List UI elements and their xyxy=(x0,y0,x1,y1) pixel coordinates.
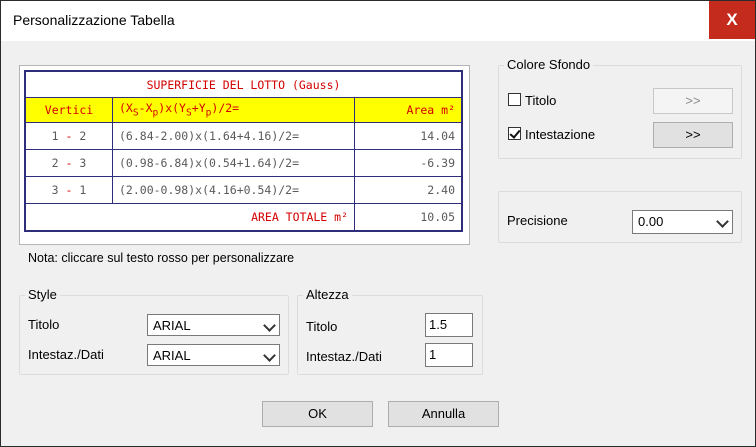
header-vertici[interactable]: Vertici xyxy=(24,97,113,123)
table-title[interactable]: SUPERFICIE DEL LOTTO (Gauss) xyxy=(24,70,463,98)
chevron-down-icon xyxy=(263,349,276,362)
row-area: -6.39 xyxy=(354,149,463,177)
table-preview: SUPERFICIE DEL LOTTO (Gauss) Vertici (XS… xyxy=(19,65,470,245)
note-text: Nota: cliccare sul testo rosso per perso… xyxy=(28,251,295,265)
close-button[interactable]: X xyxy=(709,1,755,39)
row-vertici: 2 - 3 xyxy=(24,149,113,177)
annulla-button[interactable]: Annulla xyxy=(388,401,499,427)
intestazione-checkbox[interactable] xyxy=(508,127,521,140)
titolo-checkbox-label[interactable]: Titolo xyxy=(525,93,556,108)
row-formula: (6.84-2.00)x(1.64+4.16)/2= xyxy=(112,122,355,150)
intestazione-color-button[interactable]: >> xyxy=(653,122,733,148)
header-formula[interactable]: (XS-Xp)x(YS+Yp)/2= xyxy=(112,97,355,123)
chevron-down-icon xyxy=(716,215,729,228)
row-vertici: 3 - 1 xyxy=(24,176,113,204)
chevron-down-icon xyxy=(263,319,276,332)
table-header-row: Vertici (XS-Xp)x(YS+Yp)/2= Area m² xyxy=(24,97,463,123)
precisione-label: Precisione xyxy=(507,213,568,228)
check-icon xyxy=(509,127,521,139)
total-label[interactable]: AREA TOTALE m² xyxy=(24,203,355,232)
style-titolo-label: Titolo xyxy=(28,317,60,332)
intestazione-checkbox-label[interactable]: Intestazione xyxy=(525,127,595,142)
altezza-intestaz-input[interactable]: 1 xyxy=(425,343,473,367)
altezza-titolo-label: Titolo xyxy=(306,319,338,334)
altezza-label: Altezza xyxy=(303,287,352,302)
ok-button[interactable]: OK xyxy=(262,401,373,427)
row-area: 2.40 xyxy=(354,176,463,204)
row-formula: (0.98-6.84)x(0.54+1.64)/2= xyxy=(112,149,355,177)
titolo-checkbox[interactable] xyxy=(508,93,521,106)
colore-sfondo-label: Colore Sfondo xyxy=(504,57,594,72)
table-total-row: AREA TOTALE m² 10.05 xyxy=(24,203,463,232)
row-vertici: 1 - 2 xyxy=(24,122,113,150)
close-icon[interactable]: X xyxy=(726,10,737,29)
table-row: 3 - 1 (2.00-0.98)x(4.16+0.54)/2= 2.40 xyxy=(24,176,463,204)
title-bar[interactable]: Personalizzazione Tabella X xyxy=(1,1,755,41)
row-area: 14.04 xyxy=(354,122,463,150)
style-label: Style xyxy=(25,287,60,302)
style-intestaz-label: Intestaz./Dati xyxy=(28,347,104,362)
window-title: Personalizzazione Tabella xyxy=(13,12,175,28)
table-row: 2 - 3 (0.98-6.84)x(0.54+1.64)/2= -6.39 xyxy=(24,149,463,177)
dialog-window: Personalizzazione Tabella X SUPERFICIE D… xyxy=(0,0,756,447)
total-value: 10.05 xyxy=(354,203,463,232)
style-titolo-select[interactable]: ARIAL xyxy=(147,314,280,336)
altezza-intestaz-label: Intestaz./Dati xyxy=(306,349,382,364)
precisione-select[interactable]: 0.00 xyxy=(632,210,733,234)
table-row: 1 - 2 (6.84-2.00)x(1.64+4.16)/2= 14.04 xyxy=(24,122,463,150)
altezza-titolo-input[interactable]: 1.5 xyxy=(425,313,473,337)
table-title-row: SUPERFICIE DEL LOTTO (Gauss) xyxy=(24,70,463,98)
header-area[interactable]: Area m² xyxy=(354,97,463,123)
titolo-color-button[interactable]: >> xyxy=(653,88,733,114)
style-intestaz-select[interactable]: ARIAL xyxy=(147,344,280,366)
row-formula: (2.00-0.98)x(4.16+0.54)/2= xyxy=(112,176,355,204)
preview-table: SUPERFICIE DEL LOTTO (Gauss) Vertici (XS… xyxy=(24,70,463,232)
